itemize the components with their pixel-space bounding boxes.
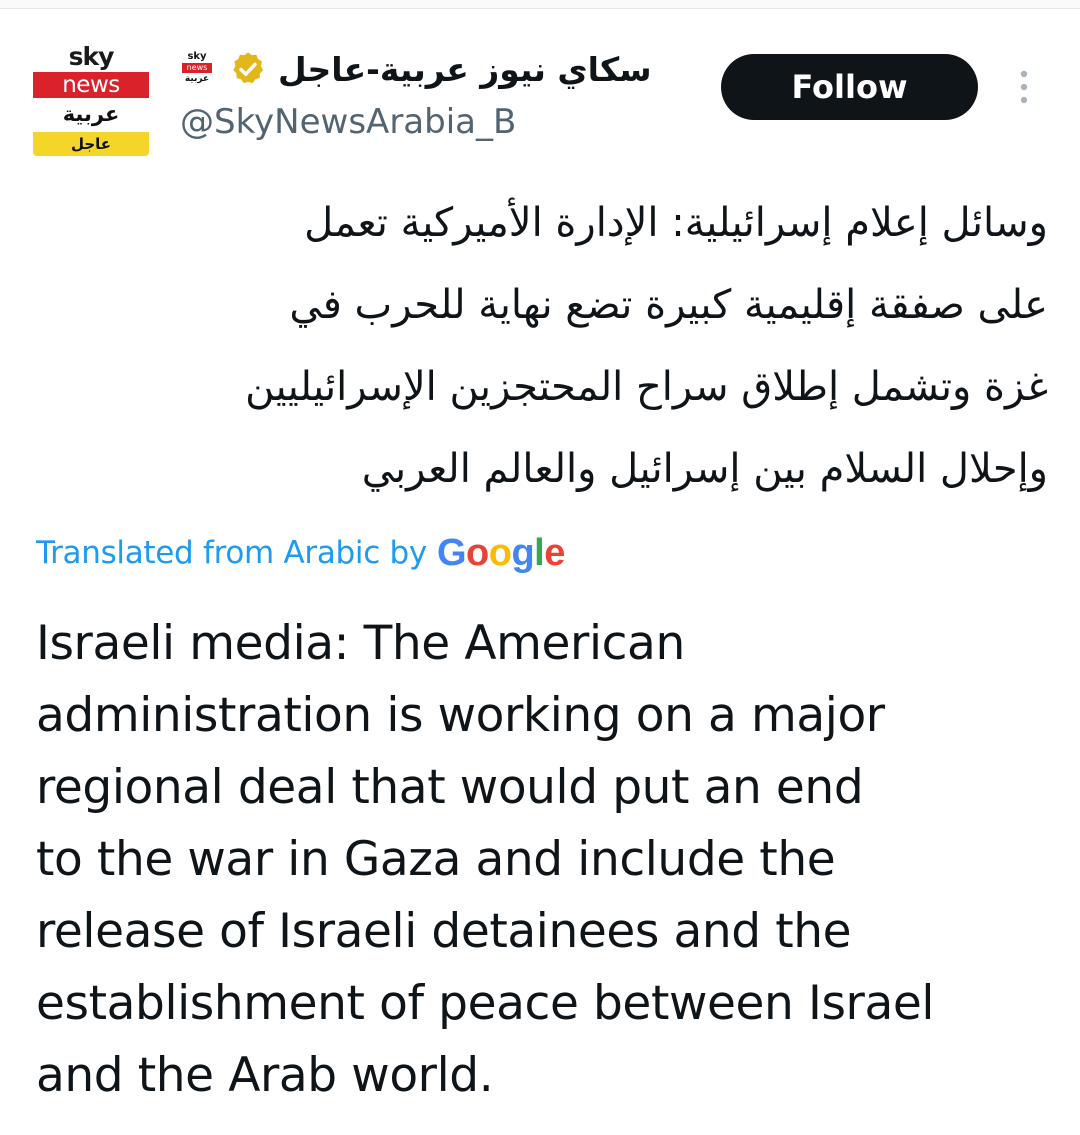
verified-badge-icon[interactable]: [228, 49, 268, 89]
display-name[interactable]: سكاي نيوز عربية-عاجل: [278, 50, 652, 89]
tweet-translated-text: Israeli media: The American administrati…: [36, 608, 1056, 1112]
google-logo-letter: e: [544, 531, 565, 574]
tweet-translated-line: establishment of peace between Israel: [36, 976, 935, 1031]
affiliate-sky-text: sky: [187, 51, 207, 62]
avatar-sky-text: sky: [68, 42, 115, 71]
avatar-breaking-text: عاجل: [33, 132, 149, 156]
affiliate-arabiya-text: عربية: [184, 74, 210, 84]
tweet-translated-line: and the Arab world.: [36, 1048, 494, 1103]
tweet-translated-line: administration is working on a major: [36, 688, 885, 743]
avatar[interactable]: sky news عربية عاجل: [33, 42, 149, 156]
tweet-original-text: وسائل إعلام إسرائيلية: الإدارة الأميركية…: [36, 182, 1048, 510]
translation-attribution[interactable]: Translated from Arabic by Google: [36, 528, 565, 578]
google-logo-letter: G: [436, 531, 467, 574]
tweet-translated-line: to the war in Gaza and include the: [36, 832, 836, 887]
tweet-translated-line: Israeli media: The American: [36, 616, 685, 671]
tweet-original-line: وسائل إعلام إسرائيلية: الإدارة الأميركية…: [304, 200, 1048, 246]
translation-label[interactable]: Translated from Arabic by: [36, 535, 427, 571]
google-logo-letter: g: [511, 531, 535, 574]
more-vertical-icon[interactable]: [1012, 68, 1036, 108]
google-logo: Google: [437, 532, 565, 575]
follow-button[interactable]: Follow: [721, 54, 978, 120]
google-logo-letter: l: [534, 531, 545, 574]
tweet-translated-line: release of Israeli detainees and the: [36, 904, 852, 959]
account-handle[interactable]: @SkyNewsArabia_B: [180, 102, 516, 142]
tweet-original-line: وإحلال السلام بين إسرائيل والعالم العربي: [361, 446, 1048, 492]
account-name-row[interactable]: sky news عربية سكاي نيوز عربية-عاجل: [180, 44, 700, 94]
google-logo-letter: o: [488, 531, 512, 574]
tweet-original-line: غزة وتشمل إطلاق سراح المحتجزين الإسرائيل…: [245, 364, 1048, 410]
tweet-original-line: على صفقة إقليمية كبيرة تضع نهاية للحرب ف…: [289, 282, 1048, 328]
affiliate-badge[interactable]: sky news عربية: [180, 51, 214, 87]
google-logo-letter: o: [466, 531, 489, 574]
avatar-news-text: news: [33, 72, 149, 98]
avatar-arabiya-text: عربية: [62, 102, 120, 126]
top-divider: [0, 0, 1080, 9]
tweet-translated-line: regional deal that would put an end: [36, 760, 864, 815]
affiliate-news-text: news: [182, 63, 212, 73]
google-logo-text: Google: [437, 532, 565, 575]
